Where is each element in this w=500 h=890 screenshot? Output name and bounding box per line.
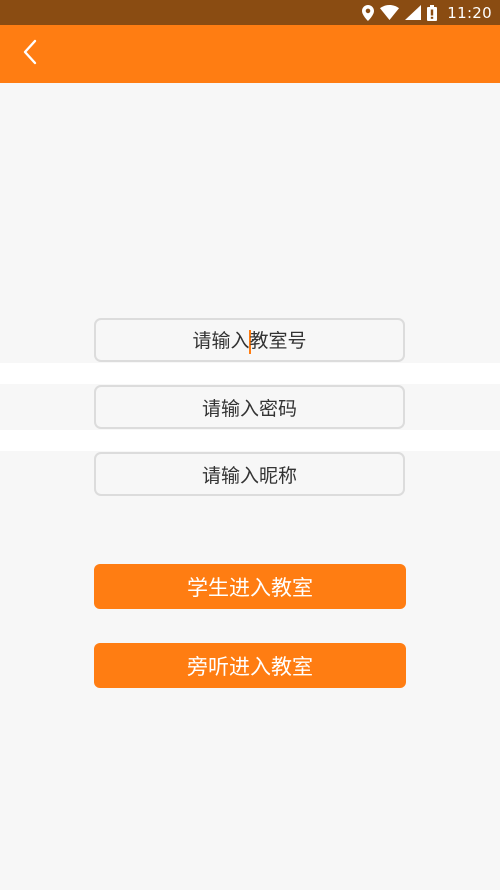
input-separator	[0, 430, 500, 451]
nickname-placeholder: 请输入昵称	[201, 464, 297, 487]
back-button[interactable]	[12, 34, 48, 74]
signal-icon	[405, 5, 422, 20]
password-input[interactable]: 请输入密码	[94, 385, 405, 429]
student-enter-label: 学生进入教室	[187, 575, 313, 600]
wifi-icon	[380, 5, 400, 20]
audit-enter-label: 旁听进入教室	[187, 654, 313, 679]
status-bar: 11:20	[0, 0, 500, 25]
room-number-input[interactable]: 请输入教室号	[94, 318, 405, 362]
input-separator	[0, 363, 500, 384]
student-enter-button[interactable]: 学生进入教室	[94, 564, 406, 609]
status-icons: 11:20	[362, 4, 492, 22]
status-time: 11:20	[447, 3, 492, 22]
chevron-left-icon	[22, 39, 38, 69]
location-icon	[362, 4, 375, 21]
room-number-placeholder: 请输入教室号	[192, 329, 307, 354]
password-placeholder: 请输入密码	[201, 397, 297, 420]
audit-enter-button[interactable]: 旁听进入教室	[94, 643, 406, 688]
join-classroom-form: 请输入教室号 请输入密码 请输入昵称 学生进入教室 旁听进入教室	[0, 83, 500, 890]
app-bar	[0, 25, 500, 83]
nickname-input[interactable]: 请输入昵称	[94, 452, 405, 496]
battery-icon	[427, 4, 438, 21]
